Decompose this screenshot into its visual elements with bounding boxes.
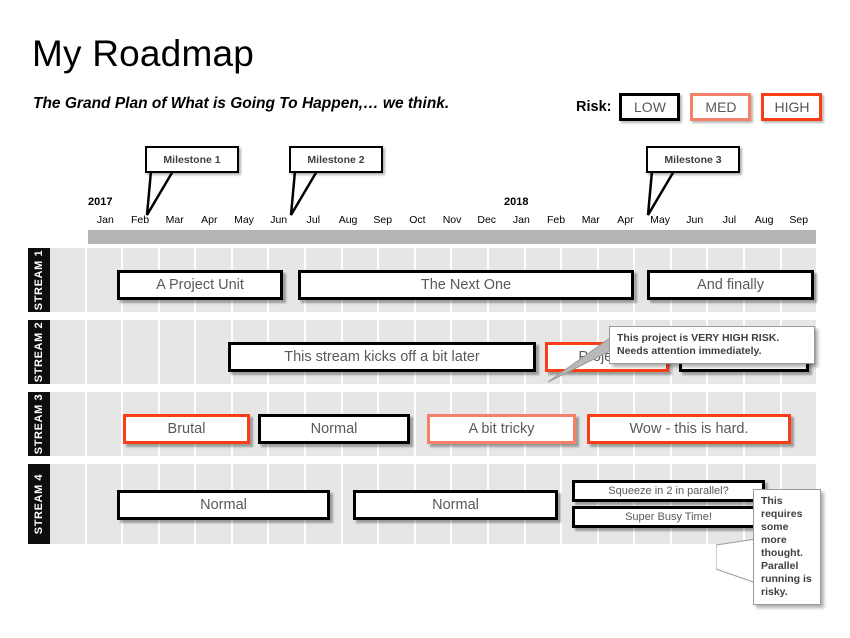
grid-column	[672, 464, 709, 544]
task-bar[interactable]: A Project Unit	[117, 270, 283, 300]
parallel-running-note[interactable]: This requires some more thought. Parallel ru…	[753, 489, 821, 605]
task-bar-label: A Project Unit	[156, 277, 244, 293]
annotation-line: Needs attention immediately.	[617, 345, 762, 357]
risk-chip-low[interactable]: LOW	[619, 93, 681, 121]
timeline-year-row: 2017 2018	[88, 196, 816, 210]
task-bar[interactable]: Wow - this is hard.	[587, 414, 791, 444]
task-bar-label: Normal	[200, 497, 247, 513]
task-bar[interactable]: The Next One	[298, 270, 634, 300]
grid-column	[708, 464, 745, 544]
milestone-tail-icon	[289, 169, 320, 216]
task-bar-label: Wow - this is hard.	[629, 421, 749, 437]
timeline-month-cell: Apr	[617, 214, 634, 226]
milestone-callout-3[interactable]: Milestone 3	[646, 146, 740, 216]
timeline-month-cell: Jan	[512, 214, 530, 226]
task-bar-label: The Next One	[420, 277, 512, 293]
timeline-month-cell: Jul	[722, 214, 737, 226]
grid-column	[87, 392, 124, 456]
swimlane-label-text: STREAM 4	[33, 473, 45, 535]
page-subtitle: The Grand Plan of What is Going To Happe…	[33, 95, 450, 112]
task-bar-label: Brutal	[167, 421, 206, 437]
grid-column	[50, 392, 87, 456]
grid-column	[50, 464, 87, 544]
annotation-line: This project is VERY HIGH RISK.	[617, 332, 780, 344]
page-title: My Roadmap	[32, 33, 255, 74]
timeline-month-cell: May	[234, 214, 254, 226]
risk-chip-med[interactable]: MED	[690, 93, 752, 121]
grid-column	[50, 248, 87, 312]
risk-chip-high[interactable]: HIGH	[761, 93, 823, 121]
task-bar[interactable]: A bit tricky	[427, 414, 576, 444]
task-bar[interactable]: Normal	[258, 414, 410, 444]
grid-column	[160, 320, 197, 384]
swimlane-body-3: Brutal Normal A bit tricky Wow - this is ha…	[50, 392, 816, 456]
swimlane-label-4[interactable]: STREAM 4	[28, 464, 50, 544]
timeline-bar	[88, 230, 816, 244]
swimlane-body-4: Normal Normal Squeeze in 2 in parallel? Sup…	[50, 464, 816, 544]
milestone-tail-icon	[646, 169, 677, 216]
timeline-month-cell: Oct	[409, 214, 426, 226]
milestone-label: Milestone 1	[145, 146, 239, 173]
project-3-risk-note[interactable]: This project is VERY HIGH RISK. Needs att…	[609, 326, 815, 364]
task-bar[interactable]: Brutal	[123, 414, 250, 444]
task-bar[interactable]: Normal	[353, 490, 558, 520]
annotation-line: This requires	[761, 495, 803, 520]
swimlane-label-2[interactable]: STREAM 2	[28, 320, 50, 384]
timeline-month-cell: Jan	[96, 214, 114, 226]
swimlane-4: STREAM 4 Normal Normal Squeeze in 2 in para…	[28, 464, 816, 544]
swimlane-label-1[interactable]: STREAM 1	[28, 248, 50, 312]
swimlane-label-text: STREAM 3	[33, 393, 45, 455]
swimlane-1: STREAM 1 A Project Unit The Next One And fi…	[28, 248, 816, 312]
grid-column	[123, 320, 160, 384]
task-bar-label: Squeeze in 2 in parallel?	[608, 485, 729, 497]
milestone-tail-icon	[145, 169, 176, 216]
milestone-callout-1[interactable]: Milestone 1	[145, 146, 239, 216]
task-bar-label: Super Busy Time!	[625, 511, 712, 523]
timeline-month-cell: Aug	[754, 214, 774, 226]
milestone-label: Milestone 3	[646, 146, 740, 173]
annotation-line: Parallel	[761, 560, 799, 572]
task-bar[interactable]: Squeeze in 2 in parallel?	[572, 480, 765, 502]
swimlane-label-text: STREAM 2	[33, 321, 45, 383]
task-bar[interactable]: Super Busy Time!	[572, 506, 765, 528]
swimlane-3: STREAM 3 Brutal Normal A bit tricky Wow - th…	[28, 392, 816, 456]
timeline-month-cell: Nov	[442, 214, 462, 226]
timeline-year-2017: 2017	[88, 196, 113, 208]
task-bar[interactable]: This stream kicks off a bit later	[228, 342, 536, 372]
grid-column	[599, 464, 636, 544]
timeline-year-2018: 2018	[504, 196, 529, 208]
swimlane-body-1: A Project Unit The Next One And finally	[50, 248, 816, 312]
task-bar-label: Normal	[310, 421, 358, 437]
task-bar-label: Normal	[432, 497, 479, 513]
timeline-month-cell: Feb	[547, 214, 566, 226]
task-bar-label: And finally	[697, 277, 764, 293]
swimlane-label-3[interactable]: STREAM 3	[28, 392, 50, 456]
timeline-month-cell: Apr	[201, 214, 218, 226]
timeline-month-cell: Sep	[789, 214, 809, 226]
task-bar[interactable]: And finally	[647, 270, 814, 300]
timeline-month-cell: Sep	[373, 214, 393, 226]
annotation-line: some more	[761, 521, 789, 546]
risk-legend-label: Risk:	[576, 99, 612, 115]
annotation-line: thought.	[761, 547, 803, 559]
task-bar-label: This stream kicks off a bit later	[284, 349, 480, 365]
timeline-month-cell: Aug	[338, 214, 358, 226]
grid-column	[562, 464, 599, 544]
grid-column	[635, 464, 672, 544]
task-bar-label: A bit tricky	[468, 421, 535, 437]
swimlanes: STREAM 1 A Project Unit The Next One And fi…	[28, 248, 816, 552]
timeline-month-cell: Dec	[477, 214, 497, 226]
grid-column	[50, 320, 87, 384]
annotation-line: running is	[761, 573, 812, 585]
annotation-line: risky.	[761, 586, 788, 598]
timeline-header: 2017 2018 Jan Feb Mar Apr May Jun Jul Aug Sep Oct N…	[88, 196, 816, 244]
timeline-month-cell: Mar	[581, 214, 600, 226]
milestone-callout-2[interactable]: Milestone 2	[289, 146, 383, 216]
grid-column	[87, 320, 124, 384]
swimlane-label-text: STREAM 1	[33, 249, 45, 311]
milestone-label: Milestone 2	[289, 146, 383, 173]
timeline-months-row: Jan Feb Mar Apr May Jun Jul Aug Sep Oct Nov Dec Jan F…	[88, 210, 816, 227]
risk-legend: Risk: LOW MED HIGH	[576, 92, 823, 122]
task-bar[interactable]: Normal	[117, 490, 330, 520]
